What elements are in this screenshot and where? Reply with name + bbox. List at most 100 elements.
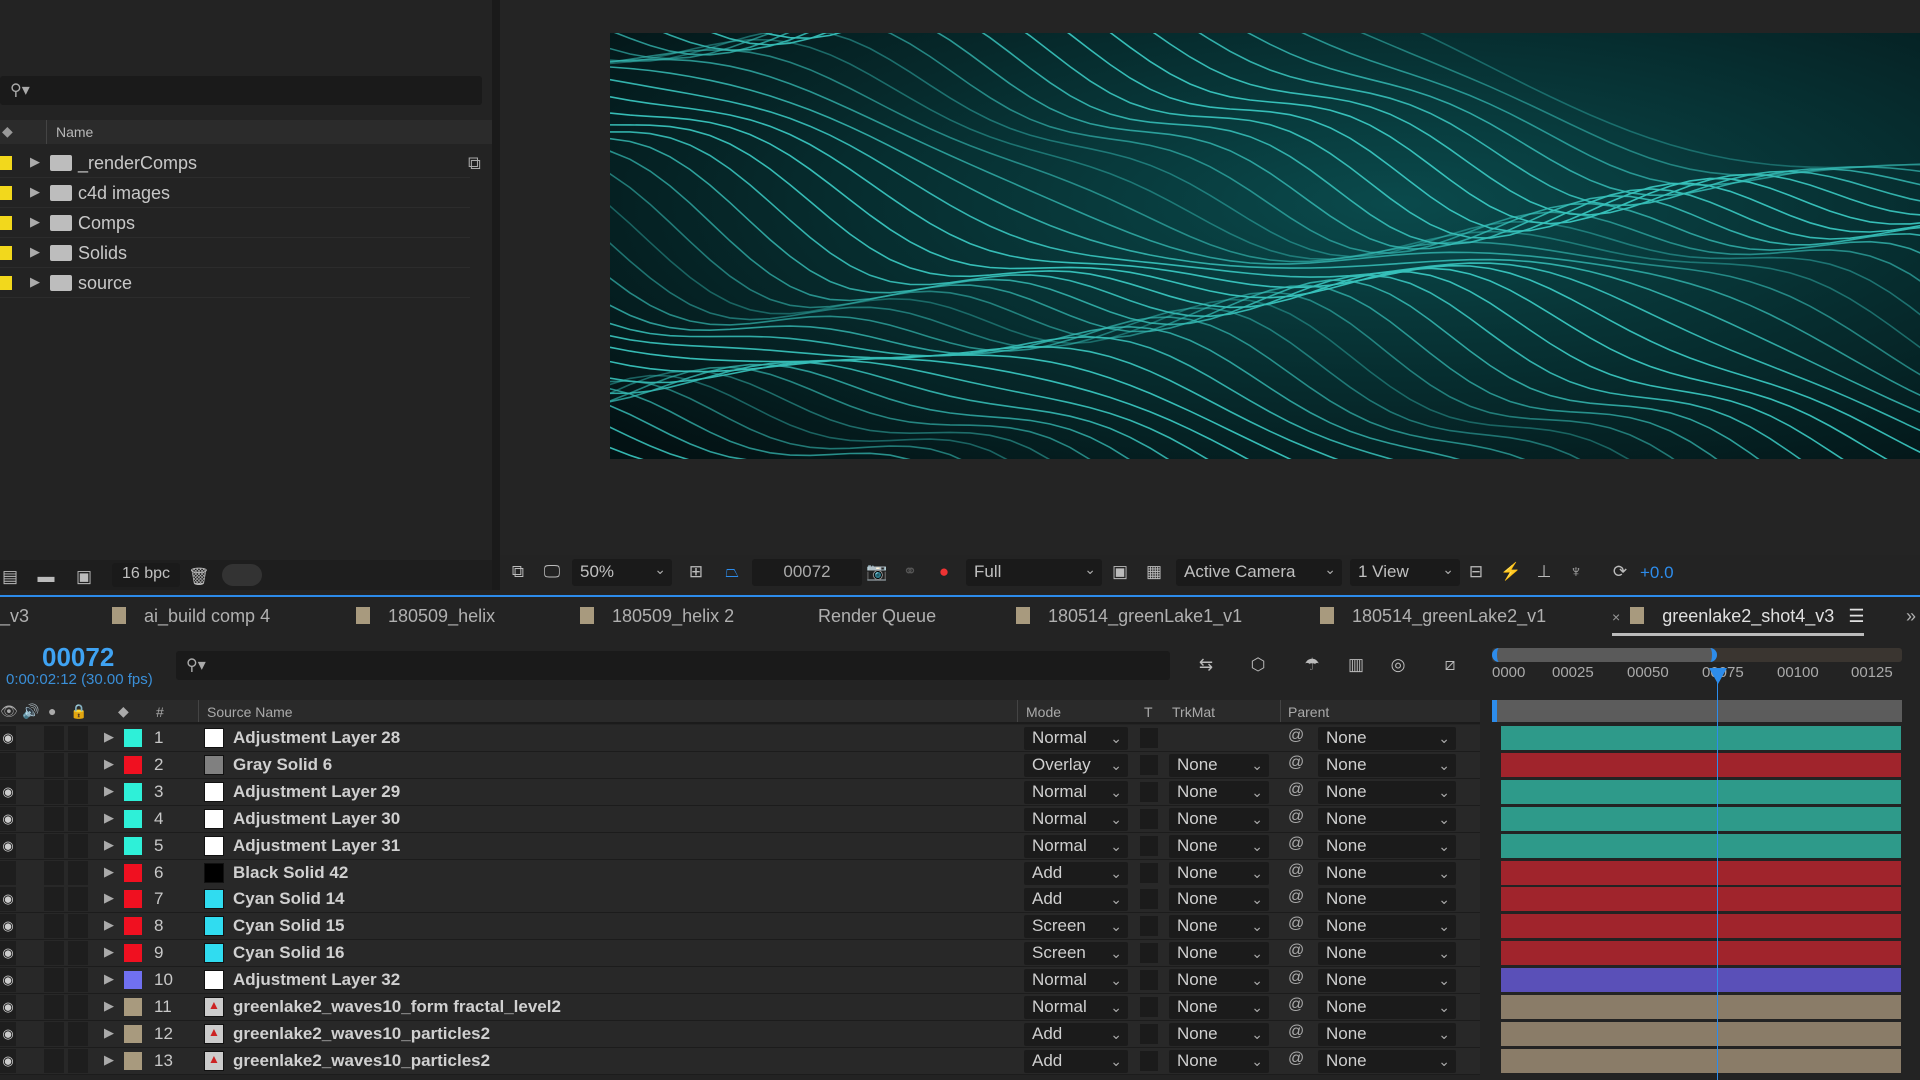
blend-mode-dropdown[interactable]: Screen ⌄ [1024, 942, 1128, 966]
track-matte-dropdown[interactable]: None ⌄ [1169, 834, 1269, 858]
comp-tab[interactable]: Render Queue [818, 606, 936, 627]
blend-mode-dropdown[interactable]: Screen ⌄ [1024, 915, 1128, 939]
layer-name[interactable]: Adjustment Layer 30 [233, 809, 400, 829]
timeline-search-input[interactable]: ⚲▾ [176, 651, 1170, 680]
shy-layers-icon[interactable]: ☂ [1302, 656, 1322, 674]
lock-toggle[interactable] [68, 995, 88, 1019]
layer-name[interactable]: greenlake2_waves10_form fractal_level2 [233, 997, 561, 1017]
panel-divider[interactable] [492, 0, 500, 590]
visibility-eye-icon[interactable]: ◉ [0, 726, 16, 750]
solo-toggle[interactable] [44, 752, 64, 777]
visibility-eye-icon[interactable] [0, 860, 16, 885]
layer-row[interactable]: ◉ ▶ 7 Cyan Solid 14 Add ⌄ None ⌄ @ None ⌄ [0, 886, 1480, 914]
layer-name[interactable]: Gray Solid 6 [233, 755, 332, 775]
label-color[interactable] [124, 836, 142, 855]
blend-mode-dropdown[interactable]: Normal ⌄ [1024, 807, 1128, 831]
expand-arrow-icon[interactable]: ▶ [104, 756, 114, 772]
lock-toggle[interactable] [68, 752, 88, 777]
layer-duration-bar[interactable] [1501, 995, 1901, 1019]
close-tab-icon[interactable]: × [1612, 609, 1620, 625]
visibility-eye-icon[interactable]: ◉ [0, 833, 16, 858]
pick-whip-icon[interactable]: @ [1288, 996, 1304, 1014]
time-navigator-handle[interactable] [1492, 648, 1717, 662]
layer-name[interactable]: greenlake2_waves10_particles2 [233, 1051, 490, 1071]
layer-row[interactable]: ◉ ▶ 3 Adjustment Layer 29 Normal ⌄ None ⌄ … [0, 778, 1480, 806]
flowchart-icon[interactable]: ♆ [1566, 563, 1586, 581]
preserve-transparency-toggle[interactable] [1140, 835, 1158, 856]
solo-toggle[interactable] [44, 806, 64, 831]
blend-mode-dropdown[interactable]: Normal ⌄ [1024, 727, 1128, 750]
blend-mode-dropdown[interactable]: Overlay ⌄ [1024, 753, 1128, 777]
layer-duration-bar[interactable] [1501, 968, 1901, 993]
blend-mode-dropdown[interactable]: Normal ⌄ [1024, 969, 1128, 993]
visibility-eye-icon[interactable]: ◉ [0, 1048, 16, 1073]
comp-tab[interactable]: 180509_helix 2 [580, 606, 734, 627]
current-frame-field[interactable]: 00072 [752, 559, 862, 586]
track-matte-dropdown[interactable]: None ⌄ [1169, 1022, 1269, 1046]
layer-row[interactable]: ◉ ▶ 4 Adjustment Layer 30 Normal ⌄ None ⌄ … [0, 805, 1480, 833]
pick-whip-icon[interactable]: @ [1288, 727, 1304, 745]
layer-name[interactable]: Black Solid 42 [233, 863, 348, 883]
label-color[interactable] [124, 998, 142, 1016]
parent-dropdown[interactable]: None ⌄ [1318, 888, 1456, 912]
layer-name[interactable]: Adjustment Layer 32 [233, 970, 400, 990]
solo-toggle[interactable] [44, 833, 64, 858]
layer-row[interactable]: ▶ 2 Gray Solid 6 Overlay ⌄ None ⌄ @ None ⌄ [0, 751, 1480, 779]
label-color[interactable] [124, 755, 142, 774]
parent-dropdown[interactable]: None ⌄ [1318, 807, 1456, 831]
zoom-dropdown[interactable]: 50% ⌄ [572, 559, 672, 586]
bit-depth-button[interactable]: 16 bpc [112, 563, 181, 587]
visibility-eye-icon[interactable]: ◉ [0, 914, 16, 939]
interpret-footage-icon[interactable]: ▤ [0, 568, 20, 586]
region-of-interest-icon[interactable]: ▣ [1110, 563, 1130, 581]
label-color[interactable] [0, 276, 12, 290]
preserve-transparency-toggle[interactable] [1140, 997, 1158, 1017]
label-color[interactable] [124, 971, 142, 990]
layer-name[interactable]: Adjustment Layer 31 [233, 836, 400, 856]
blend-mode-dropdown[interactable]: Add ⌄ [1024, 888, 1128, 912]
parent-dropdown[interactable]: None ⌄ [1318, 1049, 1456, 1073]
label-color[interactable] [124, 1024, 142, 1043]
preserve-transparency-toggle[interactable] [1140, 808, 1158, 829]
graph-editor-icon[interactable]: ⧄ [1440, 656, 1460, 674]
new-composition-icon[interactable]: ▣ [74, 568, 94, 586]
pick-whip-icon[interactable]: @ [1288, 781, 1304, 799]
toggle-pixel-aspect-icon[interactable]: ⊟ [1466, 563, 1486, 581]
visibility-eye-icon[interactable]: ◉ [0, 887, 16, 912]
layer-row[interactable]: ◉ ▶ 11 ▲ greenlake2_waves10_form fractal… [0, 994, 1480, 1021]
lock-toggle[interactable] [68, 887, 88, 912]
label-color[interactable] [124, 809, 142, 828]
expand-arrow-icon[interactable]: ▶ [30, 214, 40, 230]
expand-arrow-icon[interactable]: ▶ [104, 1025, 114, 1041]
pick-whip-icon[interactable]: @ [1288, 754, 1304, 772]
label-color[interactable] [124, 1051, 142, 1070]
layer-row[interactable]: ◉ ▶ 13 ▲ greenlake2_waves10_particles2 A… [0, 1047, 1480, 1075]
visibility-eye-icon[interactable] [0, 752, 16, 777]
column-mode[interactable]: Mode [1026, 704, 1061, 720]
pick-whip-icon[interactable]: @ [1288, 888, 1304, 906]
preserve-transparency-toggle[interactable] [1140, 862, 1158, 883]
new-folder-icon[interactable]: ▬ [36, 568, 56, 586]
pick-whip-icon[interactable]: @ [1288, 942, 1304, 960]
channels-icon[interactable]: ● [934, 563, 954, 581]
layer-name[interactable]: Cyan Solid 15 [233, 916, 344, 936]
comp-tab[interactable]: 180514_greenLake2_v1 [1320, 606, 1546, 627]
solo-toggle[interactable] [44, 941, 64, 966]
expand-arrow-icon[interactable]: ▶ [104, 917, 114, 933]
layer-row[interactable]: ◉ ▶ 8 Cyan Solid 15 Screen ⌄ None ⌄ @ None… [0, 913, 1480, 941]
label-color[interactable] [0, 246, 12, 260]
visibility-eye-icon[interactable]: ◉ [0, 806, 16, 831]
project-folder[interactable]: ▶ source [0, 268, 470, 298]
lock-toggle[interactable] [68, 779, 88, 804]
layer-name[interactable]: Cyan Solid 14 [233, 889, 344, 909]
visibility-eye-icon[interactable]: ◉ [0, 968, 16, 993]
column-source-name[interactable]: Source Name [207, 704, 293, 720]
preserve-transparency-toggle[interactable] [1140, 1023, 1158, 1044]
show-snapshot-icon[interactable]: ⚭ [900, 563, 920, 581]
track-matte-dropdown[interactable]: None ⌄ [1169, 888, 1269, 912]
solo-toggle[interactable] [44, 968, 64, 993]
tab-menu-icon[interactable]: ☰ [1848, 606, 1864, 626]
mask-visibility-icon[interactable]: ⏢ [722, 563, 742, 581]
composition-preview[interactable] [610, 33, 1920, 459]
reset-exposure-icon[interactable]: ⟳ [1610, 563, 1630, 581]
